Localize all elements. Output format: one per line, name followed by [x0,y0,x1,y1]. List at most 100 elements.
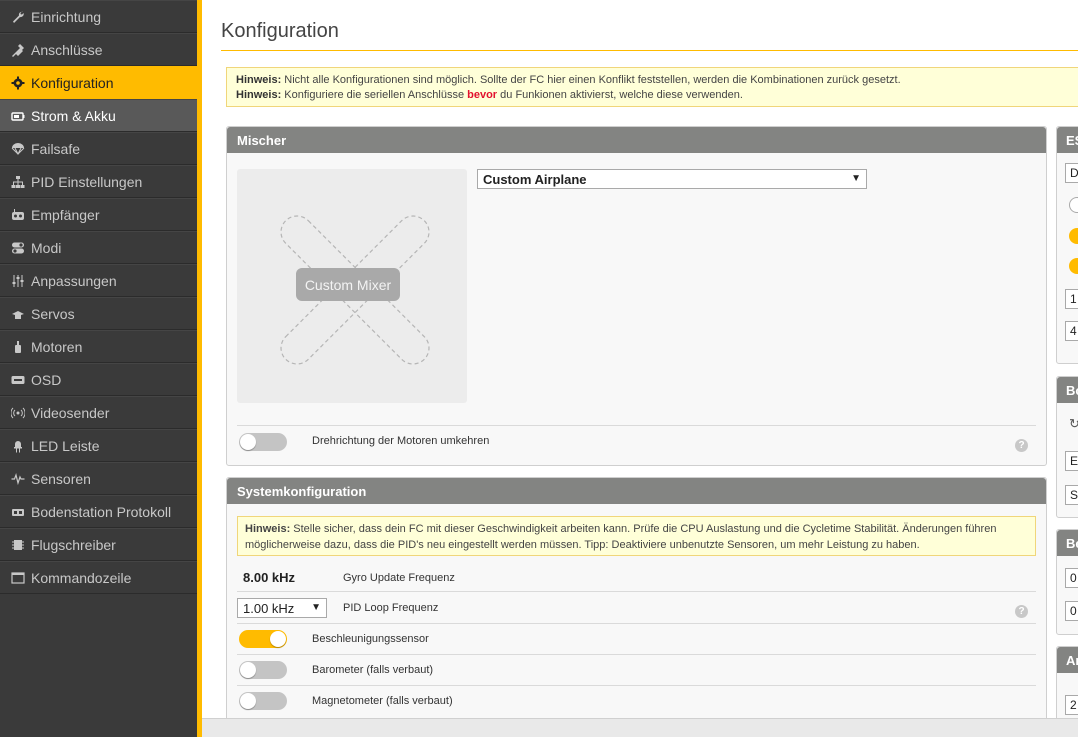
toggle-knob [240,662,256,678]
sidebar: Einrichtung Anschlüsse Konfiguration Str… [0,0,197,737]
be-panel-title: Be [1057,530,1078,556]
sidebar-item-videosender[interactable]: Videosender [0,396,197,429]
magnetometer-toggle[interactable] [239,692,287,710]
sidebar-item-label: PID Einstellungen [31,173,143,190]
sidebar-item-label: Bodenstation Protokoll [31,503,172,520]
board-panel: Bo ↻ E S [1056,376,1078,518]
esc-input-2[interactable]: 4 [1065,321,1078,341]
servo-icon [10,306,26,322]
toggle-knob [240,693,256,709]
sitemap-icon [10,174,26,190]
esc-radio[interactable] [1069,197,1078,213]
divider [237,685,1036,686]
board-select-1[interactable]: E [1065,451,1078,471]
barometer-label: Barometer (falls verbaut) [312,664,434,676]
terminal-icon [10,570,26,586]
sidebar-item-strom-akku[interactable]: Strom & Akku [0,99,197,132]
pid-loop-select[interactable]: 1.00 kHz ▼ [237,598,327,618]
broadcast-icon [10,405,26,421]
magnetometer-label: Magnetometer (falls verbaut) [312,695,453,707]
notice-text: Stelle sicher, dass dein FC mit dieser G… [245,523,997,551]
toggle-knob [240,434,256,450]
sidebar-item-label: Strom & Akku [31,107,116,124]
osd-icon [10,372,26,388]
sidebar-item-label: Servos [31,305,75,322]
notice-box: Hinweis: Nicht alle Konfigurationen sind… [226,67,1078,107]
sidebar-item-pid[interactable]: PID Einstellungen [0,165,197,198]
sidebar-item-modi[interactable]: Modi [0,231,197,264]
board-select-2[interactable]: S [1065,485,1078,505]
sidebar-item-label: Flugschreiber [31,536,116,553]
esc-protocol-select[interactable]: D [1065,163,1078,183]
esc-panel: ES D 1 4 [1056,126,1078,364]
chevron-down-icon: ▼ [851,173,861,184]
ground-station-icon [10,504,26,520]
mixer-panel-title: Mischer [227,127,1046,153]
sidebar-item-flugschreiber[interactable]: Flugschreiber [0,528,197,561]
toggles-icon [10,240,26,256]
blackbox-icon [10,537,26,553]
bottom-status-bar [202,718,1078,737]
sidebar-item-failsafe[interactable]: Failsafe [0,132,197,165]
divider [237,425,1036,426]
mixer-preview: Custom Mixer [237,169,467,403]
accelerometer-label: Beschleunigungssensor [312,633,429,645]
accelerometer-toggle[interactable] [239,630,287,648]
reverse-motors-toggle[interactable] [239,433,287,451]
sidebar-item-label: Konfiguration [31,74,114,91]
mixer-type-value: Custom Airplane [483,171,587,187]
notice-warning-word: bevor [467,89,498,101]
notice-text: Konfiguriere die seriellen Anschlüsse [281,89,468,101]
page-title: Konfiguration [221,20,339,42]
sidebar-item-empfaenger[interactable]: Empfänger [0,198,197,231]
sidebar-item-label: Anpassungen [31,272,117,289]
sidebar-item-label: Modi [31,239,62,256]
sidebar-item-label: Anschlüsse [31,41,103,58]
gyro-frequency-value: 8.00 kHz [243,570,296,585]
led-icon [10,438,26,454]
sidebar-item-label: Empfänger [31,206,100,223]
pid-loop-label: PID Loop Frequenz [343,602,439,614]
sidebar-item-label: OSD [31,371,62,388]
sidebar-item-sensoren[interactable]: Sensoren [0,462,197,495]
sidebar-item-servos[interactable]: Servos [0,297,197,330]
notice-strong: Hinweis: [236,89,282,101]
notice-text: du Funkionen aktivierst, welche diese ve… [497,89,743,101]
remote-icon [10,207,26,223]
sidebar-item-kommandozeile[interactable]: Kommandozeile [0,561,197,594]
an-panel: An 2 [1056,646,1078,718]
help-icon[interactable]: ? [1015,605,1028,618]
sidebar-item-konfiguration[interactable]: Konfiguration [0,66,197,99]
motor-icon [10,339,26,355]
system-notice-box: Hinweis: Stelle sicher, dass dein FC mit… [237,516,1036,556]
mixer-panel: Mischer Custom Mixer Custom Airplane ▼ D… [226,126,1047,466]
help-icon[interactable]: ? [1015,439,1028,452]
esc-toggle-2[interactable] [1069,258,1078,274]
sidebar-item-motoren[interactable]: Motoren [0,330,197,363]
be-input-2[interactable]: 0 [1065,601,1078,621]
esc-input-1[interactable]: 1 [1065,289,1078,309]
mixer-preview-label: Custom Mixer [296,268,400,301]
sidebar-item-osd[interactable]: OSD [0,363,197,396]
sidebar-item-anschluesse[interactable]: Anschlüsse [0,33,197,66]
reverse-motors-label: Drehrichtung der Motoren umkehren [312,435,490,447]
mixer-type-select[interactable]: Custom Airplane ▼ [477,169,867,189]
sidebar-item-label: Motoren [31,338,83,355]
parachute-icon [10,141,26,157]
sidebar-item-einrichtung[interactable]: Einrichtung [0,0,197,33]
pid-loop-value: 1.00 kHz [243,600,295,616]
an-input-1[interactable]: 2 [1065,695,1078,715]
notice-strong: Hinweis: [245,523,291,535]
main-content: Konfiguration Hinweis: Nicht alle Konfig… [202,0,1078,718]
sidebar-item-bodenstation[interactable]: Bodenstation Protokoll [0,495,197,528]
sidebar-item-led[interactable]: LED Leiste [0,429,197,462]
sidebar-item-anpassungen[interactable]: Anpassungen [0,264,197,297]
sidebar-item-label: LED Leiste [31,437,100,454]
title-divider [221,50,1078,51]
barometer-toggle[interactable] [239,661,287,679]
esc-toggle-1[interactable] [1069,228,1078,244]
sidebar-item-label: Kommandozeile [31,569,132,586]
divider [237,623,1036,624]
be-input-1[interactable]: 0 [1065,568,1078,588]
system-config-panel: Systemkonfiguration Hinweis: Stelle sich… [226,477,1047,718]
